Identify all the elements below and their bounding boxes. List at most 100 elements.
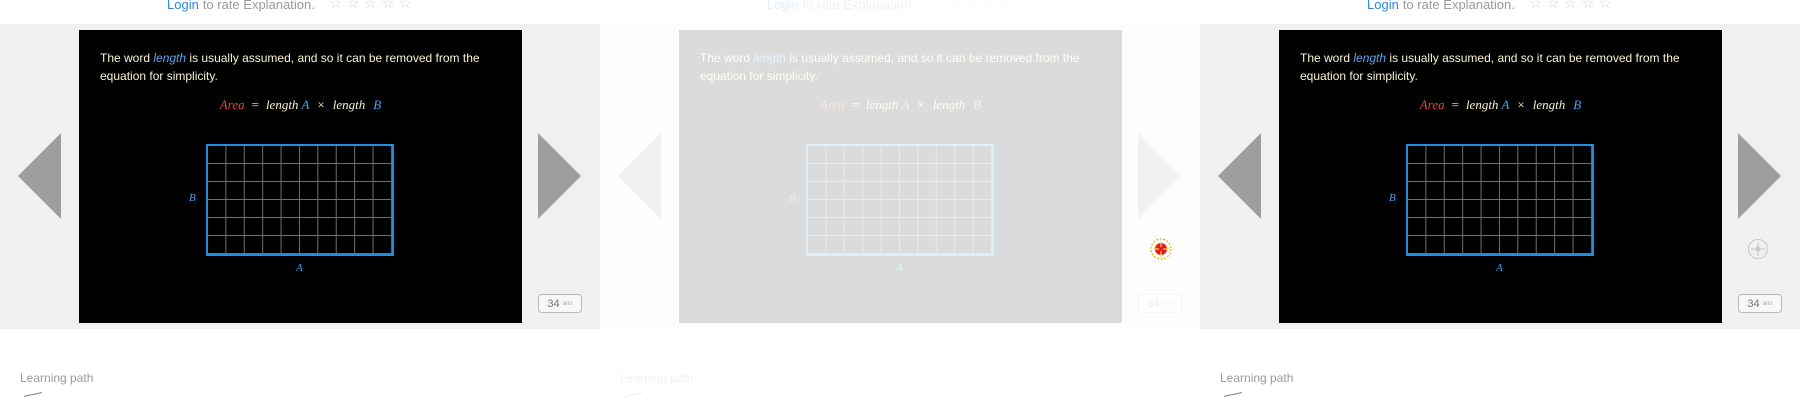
star-icon[interactable]: ☆: [946, 0, 959, 11]
formula-equals: =: [251, 97, 259, 112]
formula-var-a: A: [1501, 97, 1510, 112]
counter-value: 34: [1147, 297, 1160, 310]
prev-arrow-icon[interactable]: [1218, 133, 1261, 219]
slide-stage: The word length is usually assumed, and …: [1200, 24, 1800, 329]
next-arrow-icon[interactable]: [538, 133, 581, 219]
star-icon[interactable]: ☆: [929, 0, 942, 11]
counter-unit: ano: [1762, 300, 1773, 307]
area-formula: Area = length A × length B: [679, 97, 1122, 113]
next-arrow-icon[interactable]: [1738, 133, 1781, 219]
next-arrow-icon[interactable]: [1138, 133, 1181, 219]
prev-arrow-icon[interactable]: [18, 133, 61, 219]
star-icon[interactable]: ☆: [1529, 0, 1542, 11]
rating-bar: Login to rate Explanation. ☆ ☆ ☆ ☆ ☆: [1367, 0, 1612, 12]
formula-times: ×: [317, 97, 325, 112]
formula-times: ×: [1517, 97, 1525, 112]
slide-stage: The word length is usually assumed, and …: [600, 24, 1200, 329]
formula-length-1: length: [1465, 97, 1499, 112]
formula-var-b: B: [973, 97, 982, 112]
formula-equals: =: [1451, 97, 1459, 112]
rating-bar: Login to rate Explanation. ☆ ☆ ☆ ☆ ☆: [167, 0, 412, 12]
slide-canvas: The word length is usually assumed, and …: [79, 30, 522, 323]
viewer-panel-1: Login to rate Explanation. ☆ ☆ ☆ ☆ ☆ The…: [0, 0, 600, 400]
learning-path-label[interactable]: Learning path: [20, 371, 93, 385]
counter-unit: ano: [1162, 300, 1173, 307]
slide-canvas: The word length is usually assumed, and …: [1279, 30, 1722, 323]
slide-term: length: [153, 51, 187, 65]
star-icon[interactable]: ☆: [1581, 0, 1594, 11]
slide-text: The word length is usually assumed, and …: [700, 49, 1105, 85]
formula-times: ×: [917, 97, 925, 112]
rate-prompt: to rate Explanation.: [202, 0, 315, 12]
dimension-b-label: B: [789, 192, 796, 204]
crosshair-target-icon[interactable]: [1150, 238, 1172, 260]
slide-counter-button[interactable]: 34 ano: [1738, 294, 1782, 313]
dimension-a-label: A: [896, 262, 903, 274]
slide-text-start: The word: [700, 51, 754, 65]
slide-counter-button[interactable]: 34 ano: [1138, 294, 1182, 313]
slide-term: length: [1353, 51, 1387, 65]
slide-canvas: The word length is usually assumed, and …: [679, 30, 1122, 323]
slide-counter-button[interactable]: 34 ano: [538, 294, 582, 313]
formula-area: Area: [819, 97, 845, 112]
slide-text: The word length is usually assumed, and …: [1300, 49, 1705, 85]
login-link[interactable]: Login: [767, 0, 799, 12]
star-icon[interactable]: ☆: [1546, 0, 1559, 11]
formula-var-a: A: [301, 97, 310, 112]
formula-length-2: length: [932, 97, 966, 112]
star-icon[interactable]: ☆: [329, 0, 342, 11]
rate-prompt: to rate Explanation.: [1402, 0, 1515, 12]
learning-path-label[interactable]: Learning path: [620, 371, 693, 385]
login-link[interactable]: Login: [1367, 0, 1399, 12]
counter-unit: ano: [562, 300, 573, 307]
viewer-panel-2: Login to rate Explanation. ☆ ☆ ☆ ☆ ☆ The…: [600, 0, 1200, 400]
rating-bar: Login to rate Explanation. ☆ ☆ ☆ ☆ ☆: [767, 0, 1012, 12]
star-icon[interactable]: ☆: [981, 0, 994, 11]
page-root: Login to rate Explanation. ☆ ☆ ☆ ☆ ☆ The…: [0, 0, 1800, 400]
formula-length-2: length: [1532, 97, 1566, 112]
learning-path-icon: [24, 392, 42, 400]
formula-area: Area: [1419, 97, 1445, 112]
star-rating[interactable]: ☆ ☆ ☆ ☆ ☆: [1529, 0, 1612, 11]
crosshair-target-icon[interactable]: [1747, 238, 1769, 260]
prev-arrow-icon[interactable]: [618, 133, 661, 219]
star-rating[interactable]: ☆ ☆ ☆ ☆ ☆: [929, 0, 1012, 11]
rate-prompt: to rate Explanation.: [802, 0, 915, 12]
formula-length-1: length: [265, 97, 299, 112]
star-icon[interactable]: ☆: [381, 0, 394, 11]
viewer-panel-3: Login to rate Explanation. ☆ ☆ ☆ ☆ ☆ The…: [1200, 0, 1800, 400]
star-icon[interactable]: ☆: [1564, 0, 1577, 11]
learning-path-label[interactable]: Learning path: [1220, 371, 1293, 385]
learning-path-icon: [1224, 392, 1242, 400]
counter-value: 34: [547, 297, 560, 310]
formula-length-2: length: [332, 97, 366, 112]
login-link[interactable]: Login: [167, 0, 199, 12]
area-grid-rectangle: [206, 144, 394, 256]
star-icon[interactable]: ☆: [364, 0, 377, 11]
area-grid-rectangle: [806, 144, 994, 256]
formula-equals: =: [851, 97, 859, 112]
slide-term: length: [753, 51, 787, 65]
formula-var-b: B: [1573, 97, 1582, 112]
star-icon[interactable]: ☆: [964, 0, 977, 11]
area-formula: Area = length A × length B: [79, 97, 522, 113]
formula-area: Area: [219, 97, 245, 112]
slide-text-start: The word: [1300, 51, 1354, 65]
area-grid-rectangle: [1406, 144, 1594, 256]
formula-var-b: B: [373, 97, 382, 112]
star-rating[interactable]: ☆ ☆ ☆ ☆ ☆: [329, 0, 412, 11]
star-icon[interactable]: ☆: [999, 0, 1012, 11]
formula-var-a: A: [901, 97, 910, 112]
slide-text: The word length is usually assumed, and …: [100, 49, 505, 85]
formula-length-1: length: [865, 97, 899, 112]
dimension-a-label: A: [296, 262, 303, 274]
dimension-b-label: B: [189, 192, 196, 204]
star-icon[interactable]: ☆: [399, 0, 412, 11]
dimension-b-label: B: [1389, 192, 1396, 204]
star-icon[interactable]: ☆: [1599, 0, 1612, 11]
dimension-a-label: A: [1496, 262, 1503, 274]
counter-value: 34: [1747, 297, 1760, 310]
learning-path-icon: [624, 392, 642, 400]
area-formula: Area = length A × length B: [1279, 97, 1722, 113]
star-icon[interactable]: ☆: [346, 0, 359, 11]
